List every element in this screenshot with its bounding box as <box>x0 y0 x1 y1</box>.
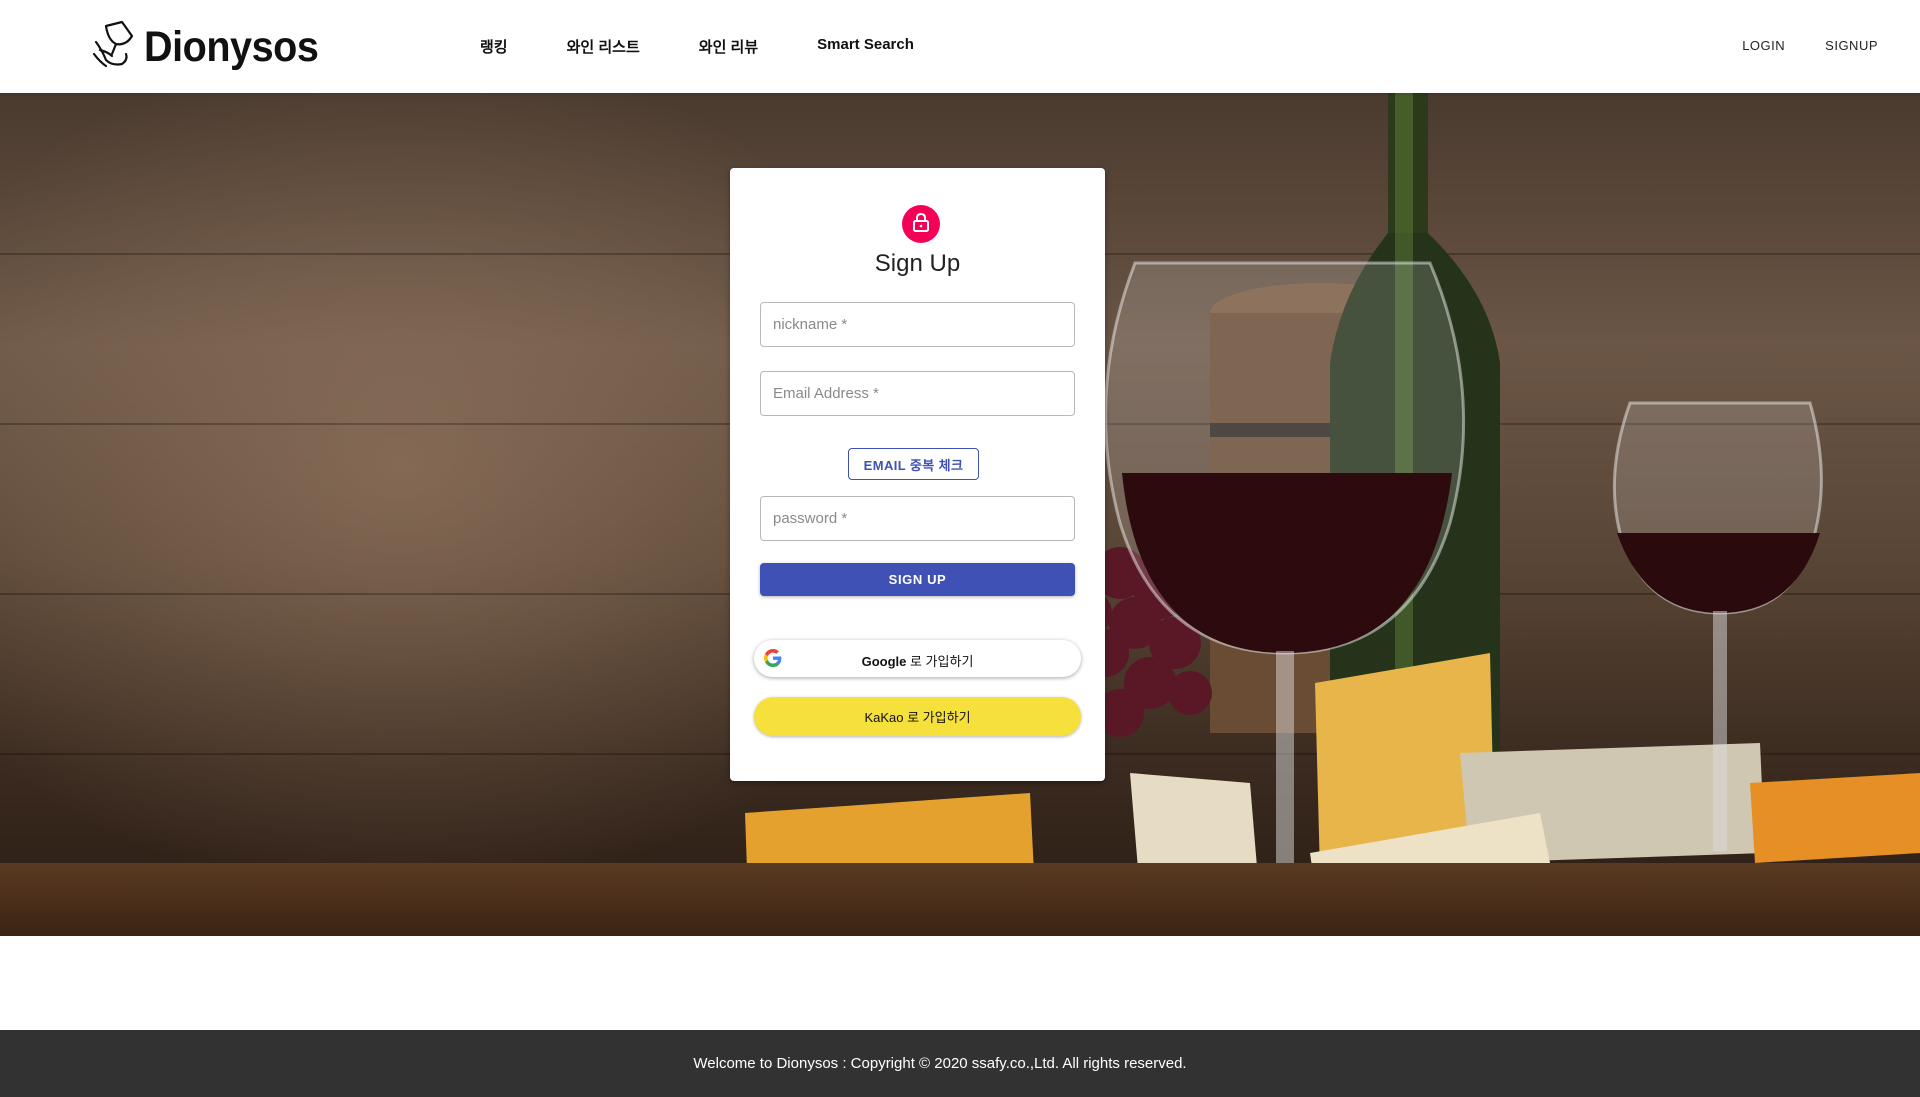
nav-smart-search[interactable]: Smart Search <box>817 36 914 57</box>
site-footer: Welcome to Dionysos : Copyright © 2020 s… <box>0 1030 1920 1097</box>
lock-icon <box>912 212 930 237</box>
logo[interactable]: Dionysos <box>92 20 334 74</box>
signup-avatar <box>902 205 940 243</box>
kakao-signup-button[interactable]: KaKao 로 가입하기 <box>754 697 1081 736</box>
signup-title: Sign Up <box>874 250 961 277</box>
email-input[interactable] <box>761 372 1074 415</box>
signup-submit-button[interactable]: SIGN UP <box>760 563 1075 596</box>
nickname-input[interactable] <box>761 303 1074 346</box>
copyright-text: Welcome to Dionysos : Copyright © 2020 s… <box>693 1055 1187 1072</box>
google-signup-label: Google 로 가입하기 <box>861 654 974 669</box>
wooden-table <box>0 863 1920 936</box>
auth-links: LOGIN SIGNUP <box>1742 38 1878 53</box>
wine-glass-hand-icon <box>92 20 140 75</box>
email-duplicate-check-button[interactable]: EMAIL 중복 체크 <box>848 448 979 480</box>
logo-text: Dionysos <box>144 22 319 71</box>
google-signup-button[interactable]: Google 로 가입하기 <box>754 640 1081 677</box>
signup-card: Sign Up EMAIL 중복 체크 SIGN UP Google 로 가입하… <box>730 168 1105 781</box>
nav-ranking[interactable]: 랭킹 <box>480 36 508 57</box>
password-input[interactable] <box>761 497 1074 540</box>
app-header: Dionysos 랭킹 와인 리스트 와인 리뷰 Smart Search LO… <box>0 0 1920 93</box>
nickname-field[interactable] <box>760 302 1075 347</box>
login-link[interactable]: LOGIN <box>1742 38 1785 53</box>
main-nav: 랭킹 와인 리스트 와인 리뷰 Smart Search <box>480 36 914 57</box>
nav-wine-review[interactable]: 와인 리뷰 <box>699 36 758 57</box>
password-field[interactable] <box>760 496 1075 541</box>
signup-link[interactable]: SIGNUP <box>1825 38 1878 53</box>
google-icon <box>764 649 782 667</box>
nav-wine-list[interactable]: 와인 리스트 <box>567 36 640 57</box>
email-field[interactable] <box>760 371 1075 416</box>
